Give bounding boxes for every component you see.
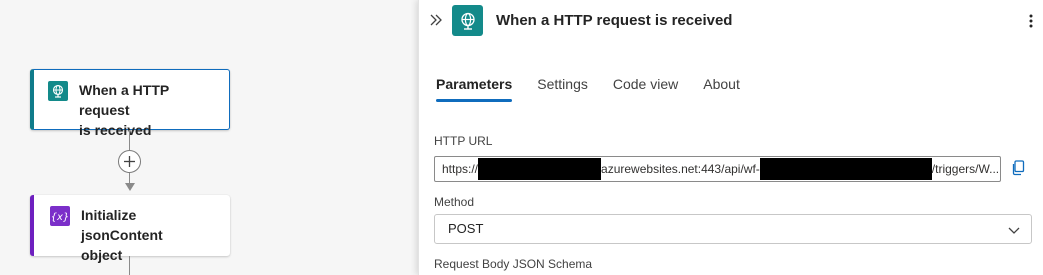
method-dropdown[interactable]: POST: [434, 214, 1032, 244]
http-url-label: HTTP URL: [434, 134, 493, 148]
workflow-canvas: When a HTTP request is received {x} Init…: [0, 0, 418, 275]
variable-card[interactable]: {x} Initialize jsonContent object: [30, 195, 230, 263]
http-request-globe-icon: [48, 81, 68, 101]
more-options-button[interactable]: [1021, 11, 1041, 31]
redacted-block: [478, 158, 602, 180]
plus-circle-icon: [124, 156, 135, 167]
copy-icon: [1012, 160, 1025, 176]
method-label: Method: [434, 195, 475, 209]
collapse-panel-button[interactable]: [427, 11, 445, 29]
variable-card-title-line-2: object: [81, 247, 123, 263]
chevron-down-icon: [1008, 227, 1020, 234]
trigger-card[interactable]: When a HTTP request is received: [30, 69, 230, 138]
variable-braces-icon: {x}: [50, 206, 70, 226]
connector-line-lower: [129, 256, 130, 275]
tab-parameters[interactable]: Parameters: [436, 75, 513, 102]
panel-tabs: Parameters Settings Code view About: [436, 75, 765, 102]
svg-text:{x}: {x}: [52, 212, 68, 223]
tab-code-view[interactable]: Code view: [613, 75, 678, 102]
panel-title: When a HTTP request is received: [496, 12, 733, 29]
http-url-part-2: azurewebsites.net:443/api/wf-: [601, 162, 760, 176]
trigger-card-title: When a HTTP request is received: [79, 80, 219, 140]
more-vertical-icon: [1029, 14, 1033, 28]
panel-header: When a HTTP request is received: [419, 0, 1043, 44]
http-url-field[interactable]: https:// azurewebsites.net:443/api/wf- /tr…: [434, 156, 1001, 182]
trigger-card-title-line-1: When a HTTP request: [79, 82, 169, 118]
http-url-part-3: /triggers/W...: [931, 162, 1000, 176]
double-chevron-right-icon: [430, 14, 442, 26]
trigger-card-title-line-2: is received: [79, 122, 152, 138]
details-panel: When a HTTP request is received Paramete…: [418, 0, 1043, 275]
tab-settings[interactable]: Settings: [537, 75, 588, 102]
variable-card-title: Initialize jsonContent object: [81, 205, 220, 265]
variable-card-title-line-1: Initialize jsonContent: [81, 207, 163, 243]
http-request-globe-icon: [452, 5, 483, 36]
tab-about[interactable]: About: [703, 75, 740, 102]
add-step-button[interactable]: [118, 150, 141, 173]
request-body-schema-label: Request Body JSON Schema: [434, 257, 593, 271]
http-url-part-1: https://: [442, 162, 479, 176]
connector-line-top: [129, 130, 130, 150]
connector-arrow-icon: [125, 183, 135, 191]
copy-url-button[interactable]: [1009, 159, 1027, 177]
method-value: POST: [448, 221, 484, 236]
redacted-block: [759, 158, 932, 180]
